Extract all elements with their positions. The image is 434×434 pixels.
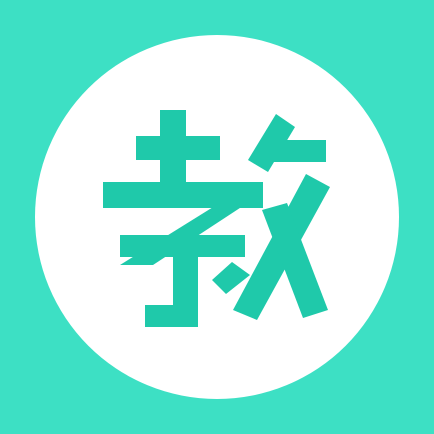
glyph-stroke [264,140,326,162]
app-icon[interactable] [0,0,434,434]
jiao-character-icon [0,0,434,434]
glyph-stroke [136,136,220,160]
